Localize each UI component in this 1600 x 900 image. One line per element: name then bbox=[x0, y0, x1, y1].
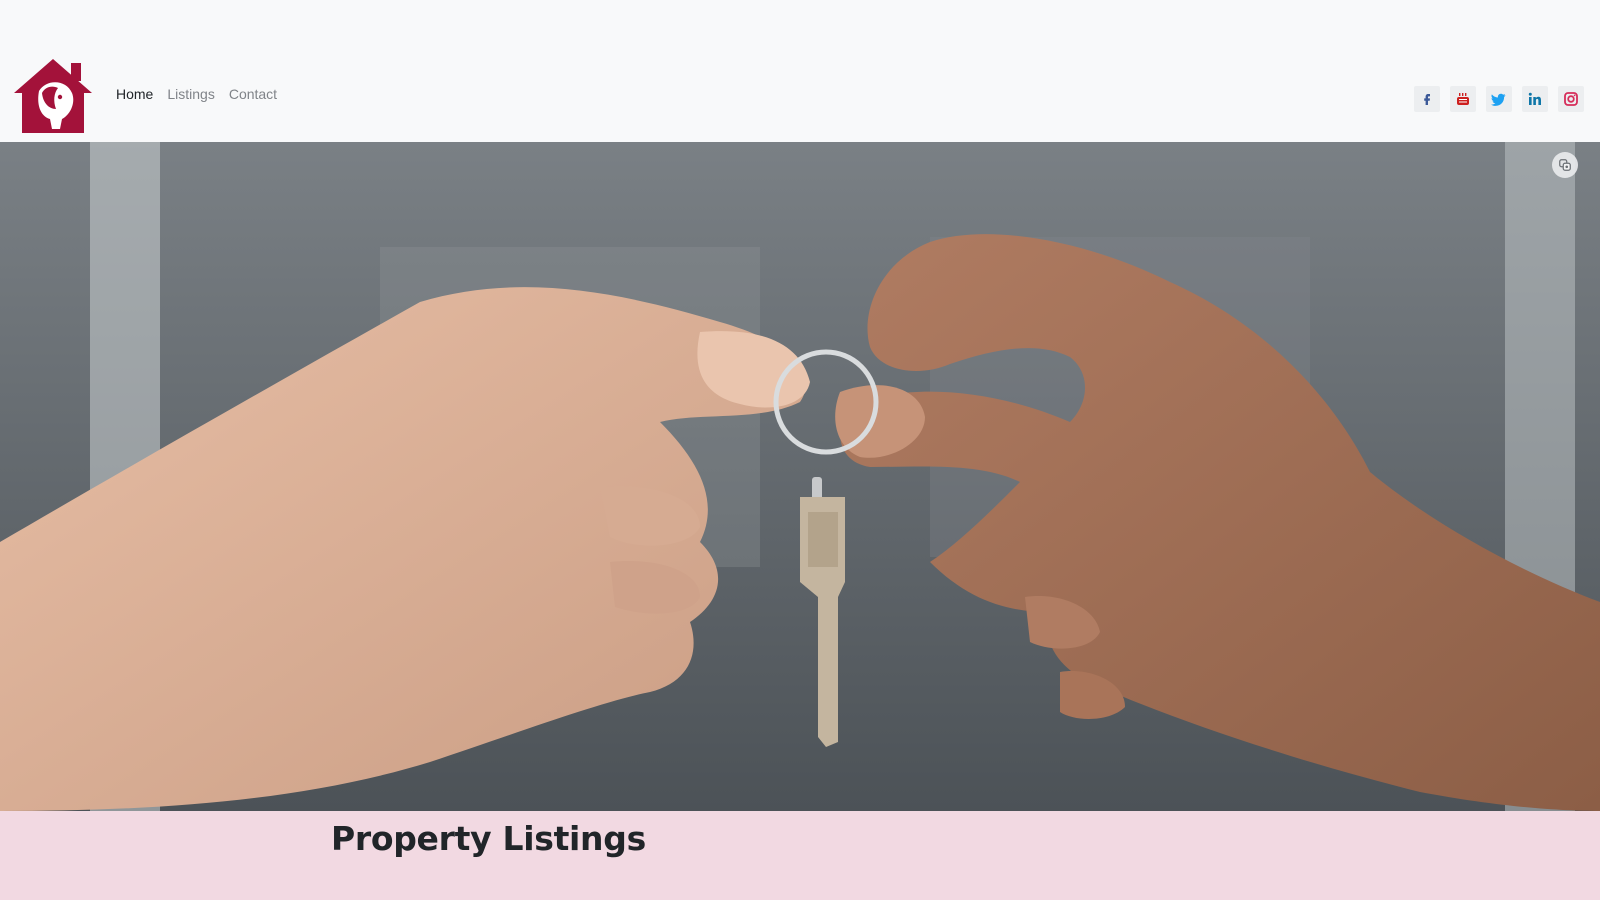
linkedin-icon bbox=[1528, 92, 1541, 105]
youtube-icon bbox=[1457, 93, 1469, 105]
hero-image bbox=[0, 142, 1600, 811]
listings-section: Property Listings bbox=[0, 811, 1600, 900]
nav-contact[interactable]: Contact bbox=[229, 86, 277, 102]
twitter-icon bbox=[1491, 93, 1506, 106]
nav-listings[interactable]: Listings bbox=[167, 86, 214, 102]
instagram-link[interactable] bbox=[1558, 86, 1584, 112]
instagram-icon bbox=[1564, 92, 1578, 106]
navbar: Home Listings Contact bbox=[0, 0, 1600, 142]
main-nav: Home Listings Contact bbox=[116, 86, 277, 102]
youtube-link[interactable] bbox=[1450, 86, 1476, 112]
brand-logo[interactable] bbox=[12, 57, 94, 135]
section-title: Property Listings bbox=[331, 819, 646, 858]
twitter-link[interactable] bbox=[1486, 86, 1512, 112]
linkedin-link[interactable] bbox=[1522, 86, 1548, 112]
nav-home[interactable]: Home bbox=[116, 86, 153, 102]
facebook-link[interactable] bbox=[1414, 86, 1440, 112]
hero-copy-button[interactable] bbox=[1552, 152, 1578, 178]
copy-icon bbox=[1559, 159, 1571, 171]
hero-banner bbox=[0, 142, 1600, 811]
social-links bbox=[1414, 86, 1584, 112]
facebook-icon bbox=[1424, 94, 1430, 105]
